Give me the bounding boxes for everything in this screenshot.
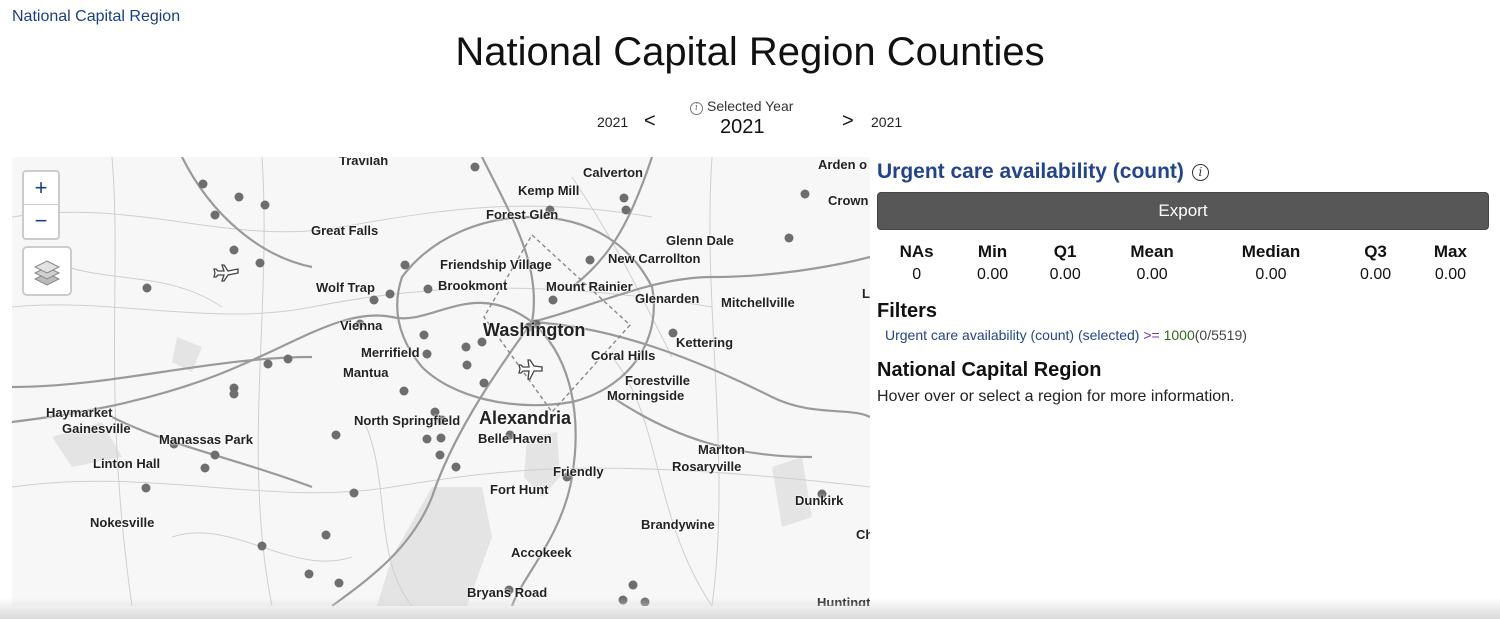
stat-header: Max	[1433, 242, 1467, 261]
info-icon[interactable]: i	[1191, 163, 1209, 181]
info-icon[interactable]: i	[690, 102, 703, 115]
filter-measure-link[interactable]: Urgent care availability (count)	[885, 327, 1074, 343]
year-label-wrap: i Selected Year	[690, 98, 810, 116]
map-place-label: Manassas Park	[159, 432, 253, 447]
summary-stats-table: NAs Min Q1 Mean Median Q3 Max 0 0.00 0.0…	[877, 240, 1489, 286]
stat-header: Q1	[1053, 242, 1077, 261]
stat-value: 0	[912, 266, 922, 283]
map-place-label: Friendly	[553, 464, 604, 479]
map-place-label: Glenn Dale	[666, 233, 734, 248]
map-place-label: Ch	[856, 527, 870, 542]
map-place-label: Linton Hall	[93, 456, 161, 471]
filters-heading: Filters	[877, 300, 938, 322]
map-place-label: Forest Glen	[486, 207, 559, 222]
map-place-label: Accokeek	[511, 545, 572, 560]
stat-value: 0.00	[1359, 266, 1392, 283]
zoom-out-button[interactable]: −	[24, 204, 58, 237]
stat-header: Mean	[1130, 242, 1174, 261]
stat-value: 0.00	[1136, 266, 1168, 283]
stat-value: 0.00	[1255, 266, 1287, 283]
breadcrumb-national-capital-region[interactable]: National Capital Region	[12, 8, 180, 26]
filter-comparator[interactable]: >=	[1143, 327, 1159, 343]
info-panel: Urgent care availability (count) i Expor…	[877, 160, 1489, 406]
map-place-label: Marlton	[698, 442, 745, 457]
map-place-label: Merrifield	[361, 345, 420, 360]
map-place-label: Mantua	[343, 365, 389, 380]
stat-header: Median	[1241, 242, 1301, 261]
measure-title-text: Urgent care availability (count)	[877, 160, 1184, 183]
map-place-label: Crown	[828, 193, 869, 208]
filter-value[interactable]: 1000	[1164, 327, 1195, 343]
stat-value: 0.00	[1434, 266, 1466, 283]
stat-value: 0.00	[977, 266, 1009, 283]
region-map[interactable]: Travilah Calverton Arden o Kemp Mill Crown Fo…	[12, 157, 870, 606]
map-place-label: Mount Rainier	[546, 279, 633, 294]
map-place-label: Wolf Trap	[316, 280, 375, 295]
map-place-label: North Springfield	[354, 413, 461, 428]
page-title: National Capital Region Counties	[455, 30, 1045, 74]
filter-item: Urgent care availability (count) (select…	[885, 327, 1489, 343]
map-place-label: Alexandria	[479, 408, 572, 428]
export-button[interactable]: Export	[877, 192, 1489, 230]
map-place-label: Morningside	[607, 388, 685, 403]
zoom-in-button[interactable]: +	[24, 172, 58, 204]
map-place-label: Gainesville	[62, 421, 131, 436]
filter-count: (0/5519)	[1194, 327, 1247, 343]
map-place-label: Rosaryville	[672, 459, 742, 474]
stats-value-row: 0 0.00 0.00 0.00 0.00 0.00 0.00	[877, 264, 1489, 286]
map-place-label: Arden o	[818, 157, 868, 172]
map-place-label: Nokesville	[90, 515, 155, 530]
map-place-label: Forestville	[625, 373, 691, 388]
bottom-shadow	[0, 598, 1500, 619]
next-year-button[interactable]: >	[842, 110, 854, 133]
selected-year-value[interactable]: 2021	[720, 116, 765, 139]
stat-header: Min	[977, 242, 1008, 261]
year-max: 2021	[871, 114, 903, 130]
map-place-label: Kemp Mill	[518, 183, 580, 198]
map-place-label: Haymarket	[46, 405, 113, 420]
zoom-control: + −	[22, 170, 60, 240]
map-place-label: Glenarden	[635, 291, 700, 306]
year-min: 2021	[597, 114, 629, 130]
previous-year-button[interactable]: <	[644, 110, 656, 133]
map-place-label: L	[862, 286, 870, 301]
year-selector: 2021 < i Selected Year 2021 > 2021	[0, 96, 1500, 140]
region-heading: National Capital Region	[877, 359, 1102, 381]
map-place-label: Vienna	[340, 318, 383, 333]
stat-header: NAs	[899, 242, 934, 261]
map-place-label: Coral Hills	[591, 348, 656, 363]
map-place-label: Friendship Village	[440, 257, 552, 272]
map-place-label: New Carrollton	[608, 251, 701, 266]
map-place-label: Fort Hunt	[490, 482, 549, 497]
map-place-label: Kettering	[676, 335, 734, 350]
stat-header: Q3	[1364, 242, 1387, 261]
map-place-label: Washington	[483, 320, 586, 340]
map-place-label: Travilah	[339, 157, 389, 168]
stat-value: 0.00	[1049, 266, 1081, 283]
map-place-label: Brandywine	[641, 517, 715, 532]
layers-button[interactable]	[22, 246, 72, 296]
map-place-label: Belle Haven	[478, 431, 552, 446]
map-place-label: Dunkirk	[795, 493, 844, 508]
hover-instructions: Hover over or select a region for more i…	[877, 388, 1235, 405]
map-base-layer	[12, 157, 870, 606]
map-place-label: Calverton	[583, 165, 643, 180]
map-place-label: Great Falls	[311, 223, 379, 238]
measure-title: Urgent care availability (count) i	[877, 160, 1489, 184]
map-place-label: Mitchellville	[721, 295, 795, 310]
selected-year-label: Selected Year	[707, 98, 794, 114]
filter-selected: (selected)	[1077, 327, 1140, 343]
layers-icon	[33, 260, 61, 286]
map-place-label: Brookmont	[438, 278, 508, 293]
stats-header-row: NAs Min Q1 Mean Median Q3 Max	[877, 240, 1489, 264]
